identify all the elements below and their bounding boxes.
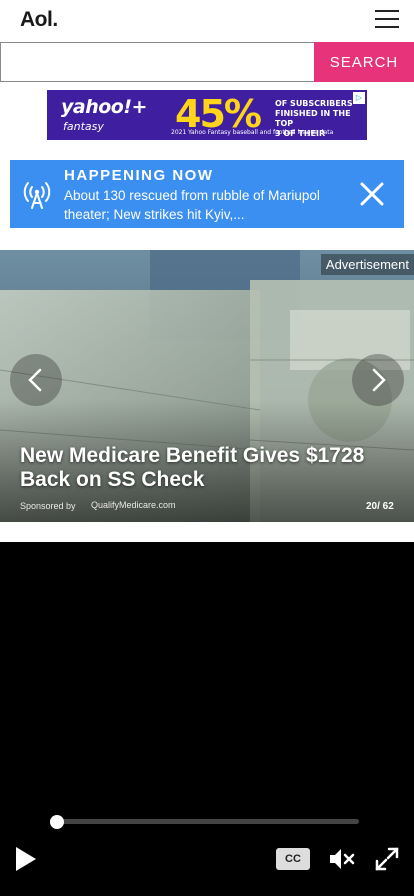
slide-counter: 20/ 62 — [366, 501, 394, 512]
video-player[interactable]: CC — [0, 542, 414, 896]
aol-logo[interactable]: Aol. — [20, 8, 58, 32]
chevron-left-icon — [28, 368, 42, 392]
progress-bar[interactable] — [57, 819, 359, 824]
happening-now-banner[interactable]: HAPPENING NOW About 130 rescued from rub… — [10, 160, 404, 228]
fullscreen-icon[interactable] — [374, 846, 400, 872]
close-icon[interactable] — [358, 180, 386, 208]
ad-brand: yahoo!+ — [61, 96, 147, 118]
search-input[interactable] — [0, 42, 314, 82]
advertisement-label: Advertisement — [320, 254, 414, 275]
sponsored-label: Sponsored by — [20, 501, 76, 511]
search-button[interactable]: SEARCH — [314, 42, 414, 82]
ad-line: FINISHED IN THE TOP — [275, 109, 351, 128]
progress-handle[interactable] — [50, 815, 64, 829]
search-bar: SEARCH — [0, 42, 414, 82]
slideshow-next-button[interactable] — [352, 354, 404, 406]
sponsored-slideshow[interactable]: Advertisement New Medicare Benefit Gives… — [0, 250, 414, 522]
yahoo-fantasy-ad-banner[interactable]: yahoo!+ fantasy 45% OF SUBSCRIBERS FINIS… — [47, 90, 367, 140]
ad-footnote: 2021 Yahoo Fantasy baseball and football… — [171, 129, 334, 136]
site-header: Aol. — [0, 0, 414, 42]
slideshow-prev-button[interactable] — [10, 354, 62, 406]
happening-now-headline[interactable]: About 130 rescued from rubble of Mariupo… — [64, 186, 326, 224]
chevron-right-icon — [372, 368, 386, 392]
slide-headline[interactable]: New Medicare Benefit Gives $1728 Back on… — [20, 444, 400, 492]
sponsor-name[interactable]: QualifyMedicare.com — [91, 500, 176, 510]
happening-now-title: HAPPENING NOW — [64, 167, 214, 184]
hamburger-menu-icon[interactable] — [375, 10, 399, 28]
broadcast-antenna-icon — [23, 182, 51, 209]
closed-captions-button[interactable]: CC — [276, 848, 310, 870]
play-icon[interactable] — [14, 846, 38, 872]
aol-page: Aol. SEARCH yahoo!+ fantasy 45% OF SUBSC… — [0, 0, 414, 896]
adchoices-icon[interactable]: ▷ — [353, 92, 365, 104]
muted-speaker-icon[interactable] — [327, 845, 355, 873]
ad-brand-sub: fantasy — [63, 120, 104, 133]
